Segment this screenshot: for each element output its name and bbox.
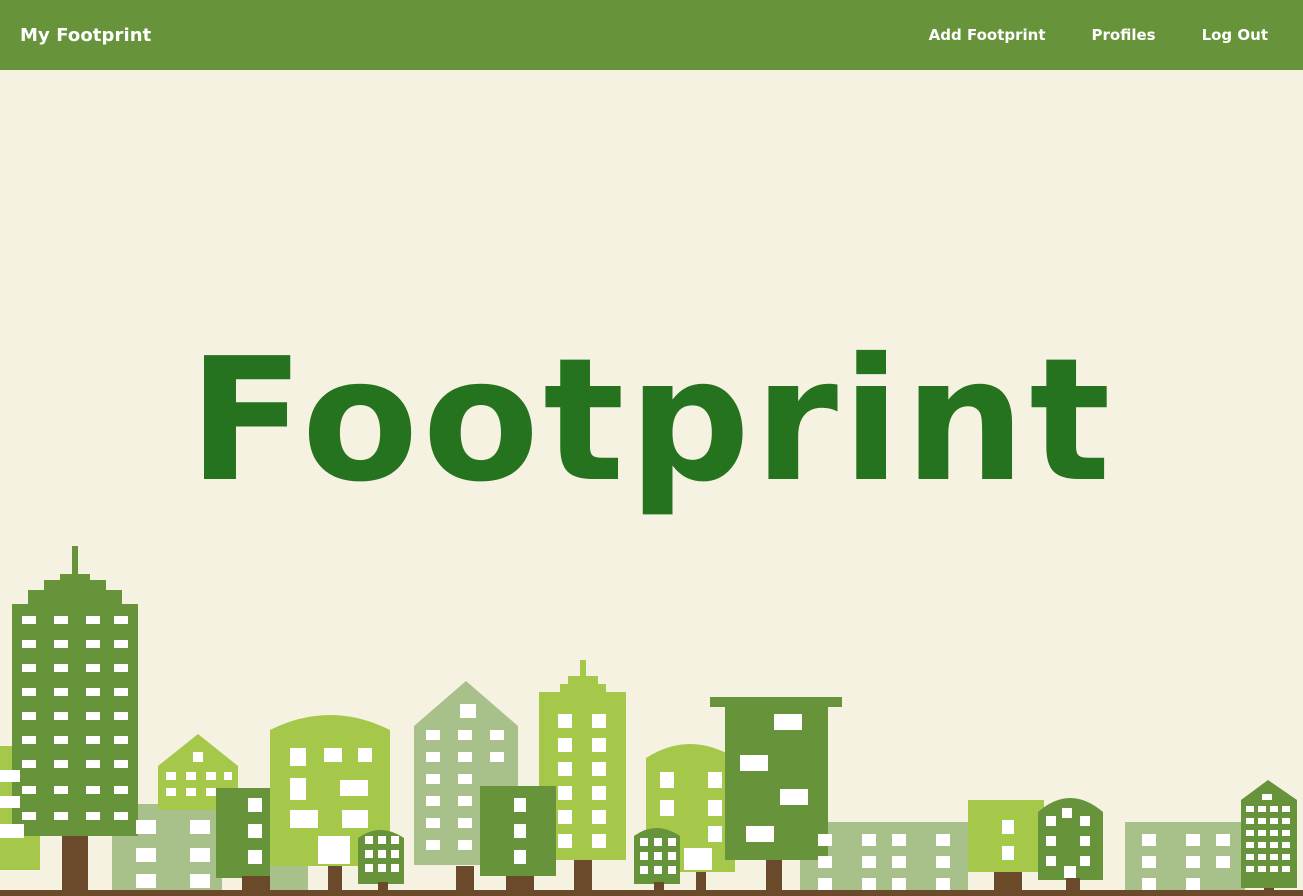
nav-logout-link[interactable]: Log Out [1202, 26, 1268, 44]
nav-add-footprint-link[interactable]: Add Footprint [929, 26, 1046, 44]
brand-link[interactable]: My Footprint [20, 25, 151, 46]
hero-title: Footprint [188, 322, 1115, 520]
nav-profiles-link[interactable]: Profiles [1092, 26, 1156, 44]
top-navbar: My Footprint Add Footprint Profiles Log … [0, 0, 1303, 70]
ground-line [0, 890, 1303, 896]
city-skyline-illustration [0, 546, 1303, 896]
nav-links: Add Footprint Profiles Log Out [883, 26, 1268, 44]
